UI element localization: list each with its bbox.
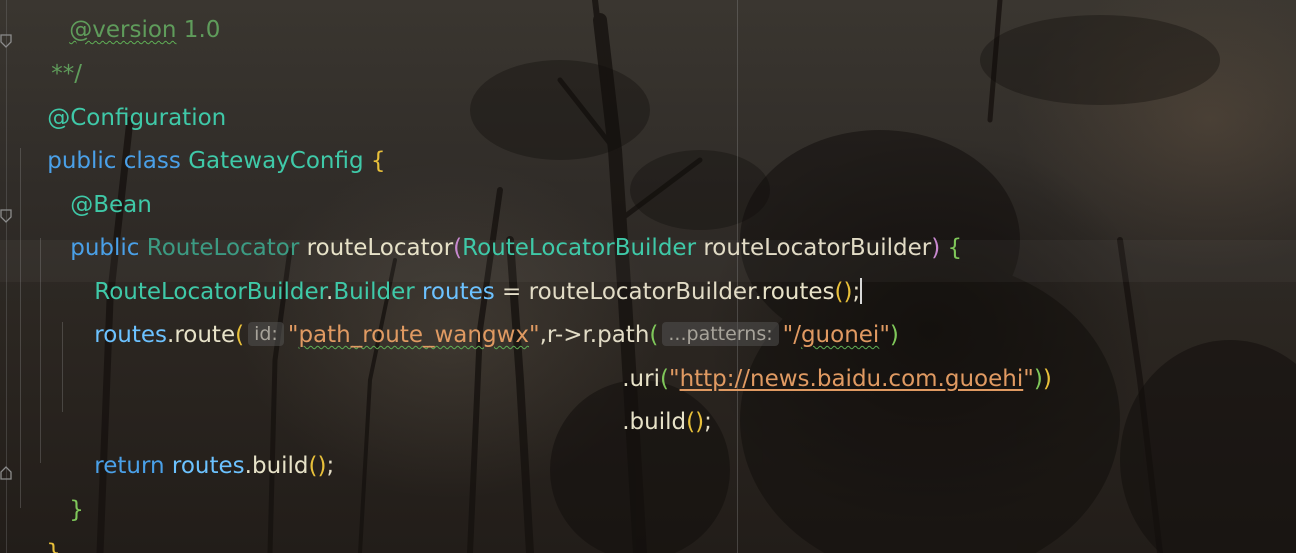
code-line-uri: .uri("http://news.baidu.com.guoehi")) [593, 334, 1052, 392]
code-line-build: .build(); [593, 377, 712, 435]
semicolon: ; [704, 409, 712, 435]
paren: ) [931, 235, 941, 261]
code-line-builder: RouteLocatorBuilder.Builder routes = rou… [65, 247, 863, 305]
javadoc-tag: @version [69, 17, 177, 43]
string-quote: " [529, 322, 540, 348]
code-line-class-decl: public class GatewayConfig { [18, 116, 385, 174]
code-line-version: @version 1.0 [40, 0, 220, 43]
string-quote: " [1023, 366, 1034, 392]
javadoc-text: 1.0 [176, 17, 221, 43]
paren: () [308, 453, 327, 479]
code-line-return: return routes.build(); [65, 421, 334, 479]
class-name: GatewayConfig [188, 148, 364, 174]
keyword: return [94, 453, 165, 479]
semicolon: ; [326, 453, 335, 479]
code-editor[interactable]: @version 1.0 **/ @Configuration public c… [0, 0, 1296, 553]
code-line-route: routes.route(id: "path_route_wangwx",r->r… [65, 290, 899, 348]
code-line-method-close: } [40, 465, 84, 523]
paren: ( [235, 322, 245, 348]
code-line-doc-end: **/ [22, 29, 82, 87]
paren: ) [1042, 366, 1052, 392]
method-call: .build [622, 409, 687, 435]
method-call: .route [167, 322, 236, 348]
method-call: .build [244, 453, 309, 479]
brace: } [46, 540, 61, 553]
code-line-class-close: } [17, 508, 61, 553]
string-quote: " [287, 322, 299, 348]
brace: } [69, 497, 84, 523]
paren: () [686, 409, 705, 435]
variable: routes [171, 453, 245, 479]
code-line-configuration: @Configuration [18, 73, 226, 131]
string-literal: path_route_wangwx [298, 322, 529, 348]
variable: routes [94, 322, 168, 348]
brace: { [370, 148, 386, 174]
url-link[interactable]: http://news.baidu.com.guoehi [680, 366, 1024, 392]
brace: { [947, 235, 963, 261]
code-line-method-decl: public RouteLocator routeLocator(RouteLo… [41, 203, 962, 261]
parameter-hint-id: id: [248, 322, 284, 346]
code-line-bean: @Bean [41, 160, 152, 218]
paren: ) [1033, 366, 1043, 392]
